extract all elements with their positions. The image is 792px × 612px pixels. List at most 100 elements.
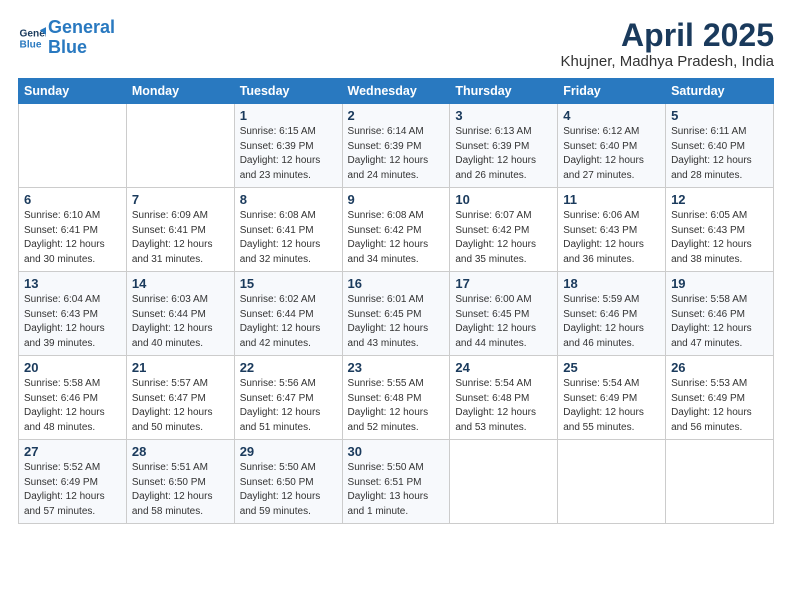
cell-info: Sunrise: 5:53 AM Sunset: 6:49 PM Dayligh… [671, 377, 768, 435]
cell-info: Sunrise: 6:14 AM Sunset: 6:39 PM Dayligh… [348, 125, 445, 183]
day-number: 28 [132, 444, 229, 459]
day-number: 14 [132, 276, 229, 291]
page: General Blue General Blue April 2025 Khu… [0, 0, 792, 612]
cell-info: Sunrise: 5:50 AM Sunset: 6:51 PM Dayligh… [348, 461, 445, 519]
header: General Blue General Blue April 2025 Khu… [18, 18, 774, 70]
day-number: 4 [563, 108, 660, 123]
day-number: 18 [563, 276, 660, 291]
col-header-monday: Monday [126, 79, 234, 104]
cell-info: Sunrise: 6:05 AM Sunset: 6:43 PM Dayligh… [671, 209, 768, 267]
week-row-3: 13 Sunrise: 6:04 AM Sunset: 6:43 PM Dayli… [19, 272, 774, 356]
day-number: 29 [240, 444, 337, 459]
col-header-sunday: Sunday [19, 79, 127, 104]
svg-text:Blue: Blue [20, 39, 42, 50]
cell-info: Sunrise: 5:51 AM Sunset: 6:50 PM Dayligh… [132, 461, 229, 519]
cell-info: Sunrise: 6:08 AM Sunset: 6:41 PM Dayligh… [240, 209, 337, 267]
calendar-cell: 30 Sunrise: 5:50 AM Sunset: 6:51 PM Dayli… [342, 440, 450, 524]
day-number: 24 [455, 360, 552, 375]
col-header-wednesday: Wednesday [342, 79, 450, 104]
col-header-friday: Friday [558, 79, 666, 104]
cell-info: Sunrise: 6:15 AM Sunset: 6:39 PM Dayligh… [240, 125, 337, 183]
calendar-cell: 9 Sunrise: 6:08 AM Sunset: 6:42 PM Daylig… [342, 188, 450, 272]
cell-info: Sunrise: 5:56 AM Sunset: 6:47 PM Dayligh… [240, 377, 337, 435]
calendar-cell: 24 Sunrise: 5:54 AM Sunset: 6:48 PM Dayli… [450, 356, 558, 440]
calendar-cell: 17 Sunrise: 6:00 AM Sunset: 6:45 PM Dayli… [450, 272, 558, 356]
calendar-cell: 6 Sunrise: 6:10 AM Sunset: 6:41 PM Daylig… [19, 188, 127, 272]
week-row-4: 20 Sunrise: 5:58 AM Sunset: 6:46 PM Dayli… [19, 356, 774, 440]
calendar-cell: 20 Sunrise: 5:58 AM Sunset: 6:46 PM Dayli… [19, 356, 127, 440]
day-number: 9 [348, 192, 445, 207]
day-number: 7 [132, 192, 229, 207]
day-number: 13 [24, 276, 121, 291]
day-number: 26 [671, 360, 768, 375]
calendar-cell: 8 Sunrise: 6:08 AM Sunset: 6:41 PM Daylig… [234, 188, 342, 272]
calendar-cell: 26 Sunrise: 5:53 AM Sunset: 6:49 PM Dayli… [666, 356, 774, 440]
calendar-cell: 4 Sunrise: 6:12 AM Sunset: 6:40 PM Daylig… [558, 104, 666, 188]
cell-info: Sunrise: 6:01 AM Sunset: 6:45 PM Dayligh… [348, 293, 445, 351]
day-number: 22 [240, 360, 337, 375]
calendar-cell: 2 Sunrise: 6:14 AM Sunset: 6:39 PM Daylig… [342, 104, 450, 188]
calendar-cell: 3 Sunrise: 6:13 AM Sunset: 6:39 PM Daylig… [450, 104, 558, 188]
cell-info: Sunrise: 5:50 AM Sunset: 6:50 PM Dayligh… [240, 461, 337, 519]
day-number: 10 [455, 192, 552, 207]
day-number: 8 [240, 192, 337, 207]
calendar-cell: 11 Sunrise: 6:06 AM Sunset: 6:43 PM Dayli… [558, 188, 666, 272]
calendar-cell: 5Sunrise: 6:11 AM Sunset: 6:40 PM Daylig… [666, 104, 774, 188]
title-block: April 2025 Khujner, Madhya Pradesh, Indi… [561, 18, 774, 70]
cell-info: Sunrise: 6:10 AM Sunset: 6:41 PM Dayligh… [24, 209, 121, 267]
calendar-cell: 12Sunrise: 6:05 AM Sunset: 6:43 PM Dayli… [666, 188, 774, 272]
day-number: 5 [671, 108, 768, 123]
day-number: 15 [240, 276, 337, 291]
calendar-cell: 13 Sunrise: 6:04 AM Sunset: 6:43 PM Dayli… [19, 272, 127, 356]
week-row-5: 27 Sunrise: 5:52 AM Sunset: 6:49 PM Dayli… [19, 440, 774, 524]
calendar-cell: 1 Sunrise: 6:15 AM Sunset: 6:39 PM Daylig… [234, 104, 342, 188]
cell-info: Sunrise: 5:58 AM Sunset: 6:46 PM Dayligh… [24, 377, 121, 435]
day-number: 25 [563, 360, 660, 375]
cell-info: Sunrise: 6:04 AM Sunset: 6:43 PM Dayligh… [24, 293, 121, 351]
day-number: 30 [348, 444, 445, 459]
day-number: 6 [24, 192, 121, 207]
cell-info: Sunrise: 5:54 AM Sunset: 6:48 PM Dayligh… [455, 377, 552, 435]
day-number: 27 [24, 444, 121, 459]
day-number: 11 [563, 192, 660, 207]
cell-info: Sunrise: 6:13 AM Sunset: 6:39 PM Dayligh… [455, 125, 552, 183]
cell-info: Sunrise: 5:58 AM Sunset: 6:46 PM Dayligh… [671, 293, 768, 351]
logo-text: General Blue [48, 18, 115, 58]
cell-info: Sunrise: 6:08 AM Sunset: 6:42 PM Dayligh… [348, 209, 445, 267]
calendar-cell: 10 Sunrise: 6:07 AM Sunset: 6:42 PM Dayli… [450, 188, 558, 272]
day-number: 20 [24, 360, 121, 375]
col-header-saturday: Saturday [666, 79, 774, 104]
cell-info: Sunrise: 6:09 AM Sunset: 6:41 PM Dayligh… [132, 209, 229, 267]
day-number: 23 [348, 360, 445, 375]
calendar-cell: 18 Sunrise: 5:59 AM Sunset: 6:46 PM Dayli… [558, 272, 666, 356]
main-title: April 2025 [561, 18, 774, 53]
calendar-table: SundayMondayTuesdayWednesdayThursdayFrid… [18, 78, 774, 524]
day-number: 1 [240, 108, 337, 123]
cell-info: Sunrise: 6:06 AM Sunset: 6:43 PM Dayligh… [563, 209, 660, 267]
cell-info: Sunrise: 6:12 AM Sunset: 6:40 PM Dayligh… [563, 125, 660, 183]
calendar-cell: 28 Sunrise: 5:51 AM Sunset: 6:50 PM Dayli… [126, 440, 234, 524]
calendar-cell: 7 Sunrise: 6:09 AM Sunset: 6:41 PM Daylig… [126, 188, 234, 272]
cell-info: Sunrise: 5:59 AM Sunset: 6:46 PM Dayligh… [563, 293, 660, 351]
calendar-cell: 15Sunrise: 6:02 AM Sunset: 6:44 PM Dayli… [234, 272, 342, 356]
logo-line2: Blue [48, 37, 87, 57]
cell-info: Sunrise: 6:07 AM Sunset: 6:42 PM Dayligh… [455, 209, 552, 267]
cell-info: Sunrise: 6:00 AM Sunset: 6:45 PM Dayligh… [455, 293, 552, 351]
cell-info: Sunrise: 5:54 AM Sunset: 6:49 PM Dayligh… [563, 377, 660, 435]
cell-info: Sunrise: 6:03 AM Sunset: 6:44 PM Dayligh… [132, 293, 229, 351]
week-row-2: 6 Sunrise: 6:10 AM Sunset: 6:41 PM Daylig… [19, 188, 774, 272]
day-number: 17 [455, 276, 552, 291]
calendar-cell [126, 104, 234, 188]
cell-info: Sunrise: 5:55 AM Sunset: 6:48 PM Dayligh… [348, 377, 445, 435]
calendar-cell: 29 Sunrise: 5:50 AM Sunset: 6:50 PM Dayli… [234, 440, 342, 524]
day-number: 21 [132, 360, 229, 375]
day-number: 3 [455, 108, 552, 123]
day-number: 2 [348, 108, 445, 123]
calendar-cell: 25 Sunrise: 5:54 AM Sunset: 6:49 PM Dayli… [558, 356, 666, 440]
header-row: SundayMondayTuesdayWednesdayThursdayFrid… [19, 79, 774, 104]
week-row-1: 1 Sunrise: 6:15 AM Sunset: 6:39 PM Daylig… [19, 104, 774, 188]
cell-info: Sunrise: 5:52 AM Sunset: 6:49 PM Dayligh… [24, 461, 121, 519]
calendar-cell: 19Sunrise: 5:58 AM Sunset: 6:46 PM Dayli… [666, 272, 774, 356]
calendar-cell: 16Sunrise: 6:01 AM Sunset: 6:45 PM Dayli… [342, 272, 450, 356]
logo: General Blue General Blue [18, 18, 115, 58]
